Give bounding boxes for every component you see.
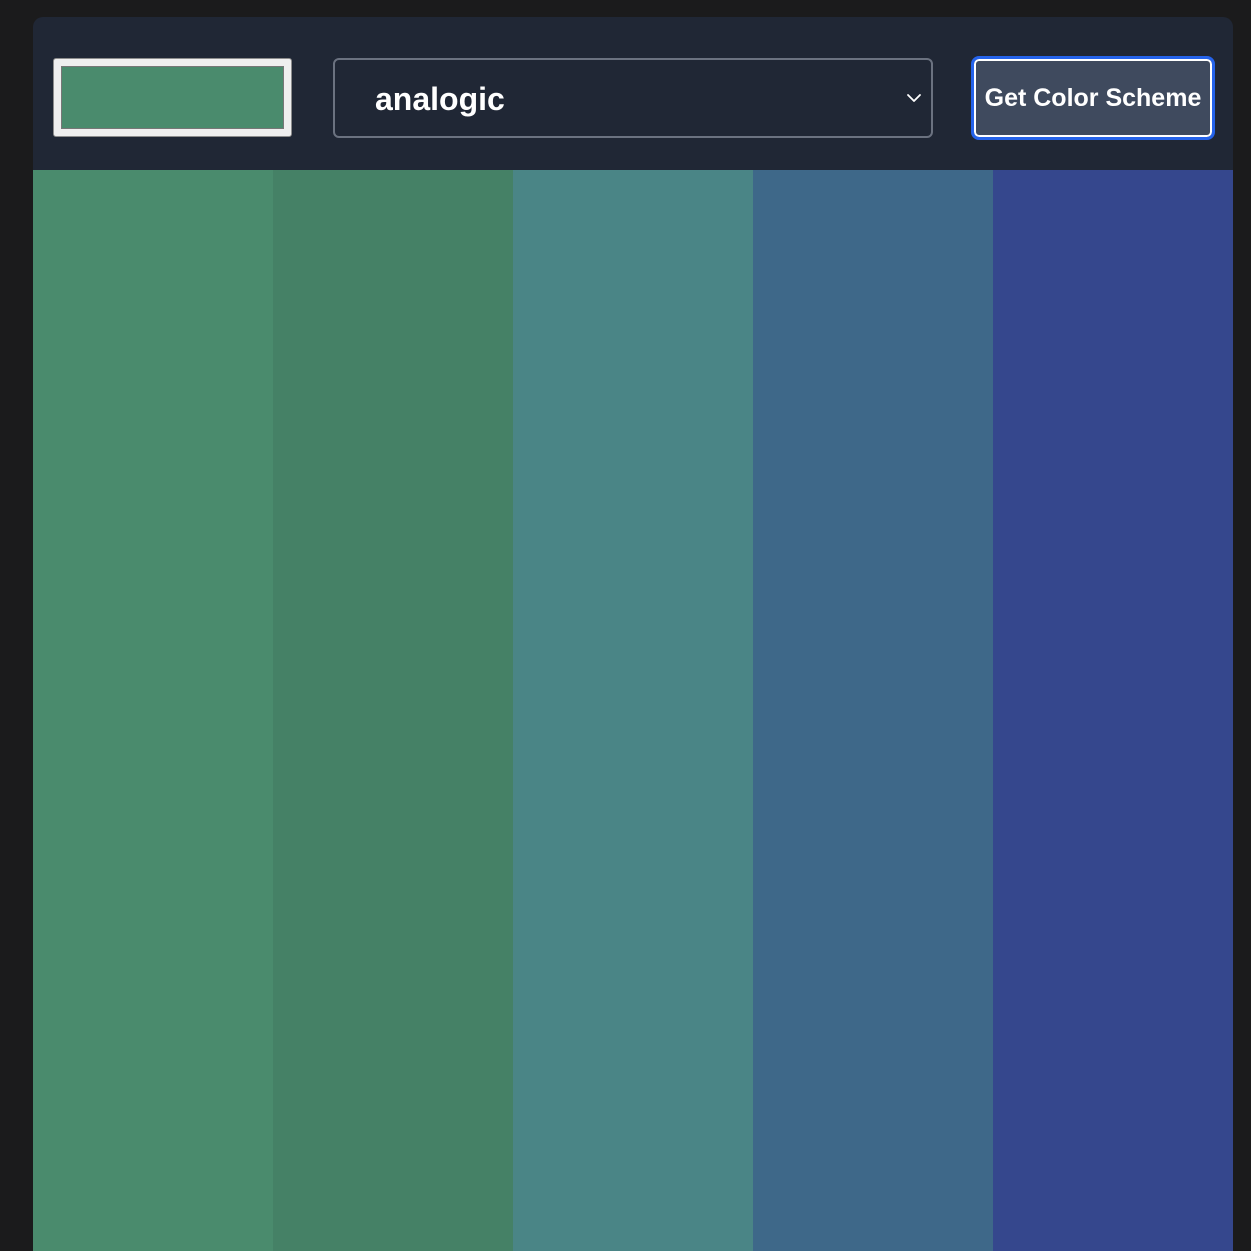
- palette-swatch-2: [273, 170, 513, 1251]
- palette-swatch-1: [33, 170, 273, 1251]
- color-palette: [33, 170, 1233, 1251]
- get-color-scheme-button[interactable]: Get Color Scheme: [971, 56, 1215, 140]
- scheme-mode-select[interactable]: analogic: [333, 58, 933, 138]
- palette-swatch-5: [993, 170, 1233, 1251]
- chevron-down-icon: [907, 94, 921, 102]
- palette-swatch-3: [513, 170, 753, 1251]
- toolbar: analogic Get Color Scheme: [33, 17, 1233, 170]
- color-scheme-app: analogic Get Color Scheme: [33, 17, 1233, 1251]
- scheme-mode-value: analogic: [375, 81, 505, 117]
- seed-color-input[interactable]: [53, 58, 292, 137]
- palette-swatch-4: [753, 170, 993, 1251]
- seed-color-swatch: [61, 66, 284, 129]
